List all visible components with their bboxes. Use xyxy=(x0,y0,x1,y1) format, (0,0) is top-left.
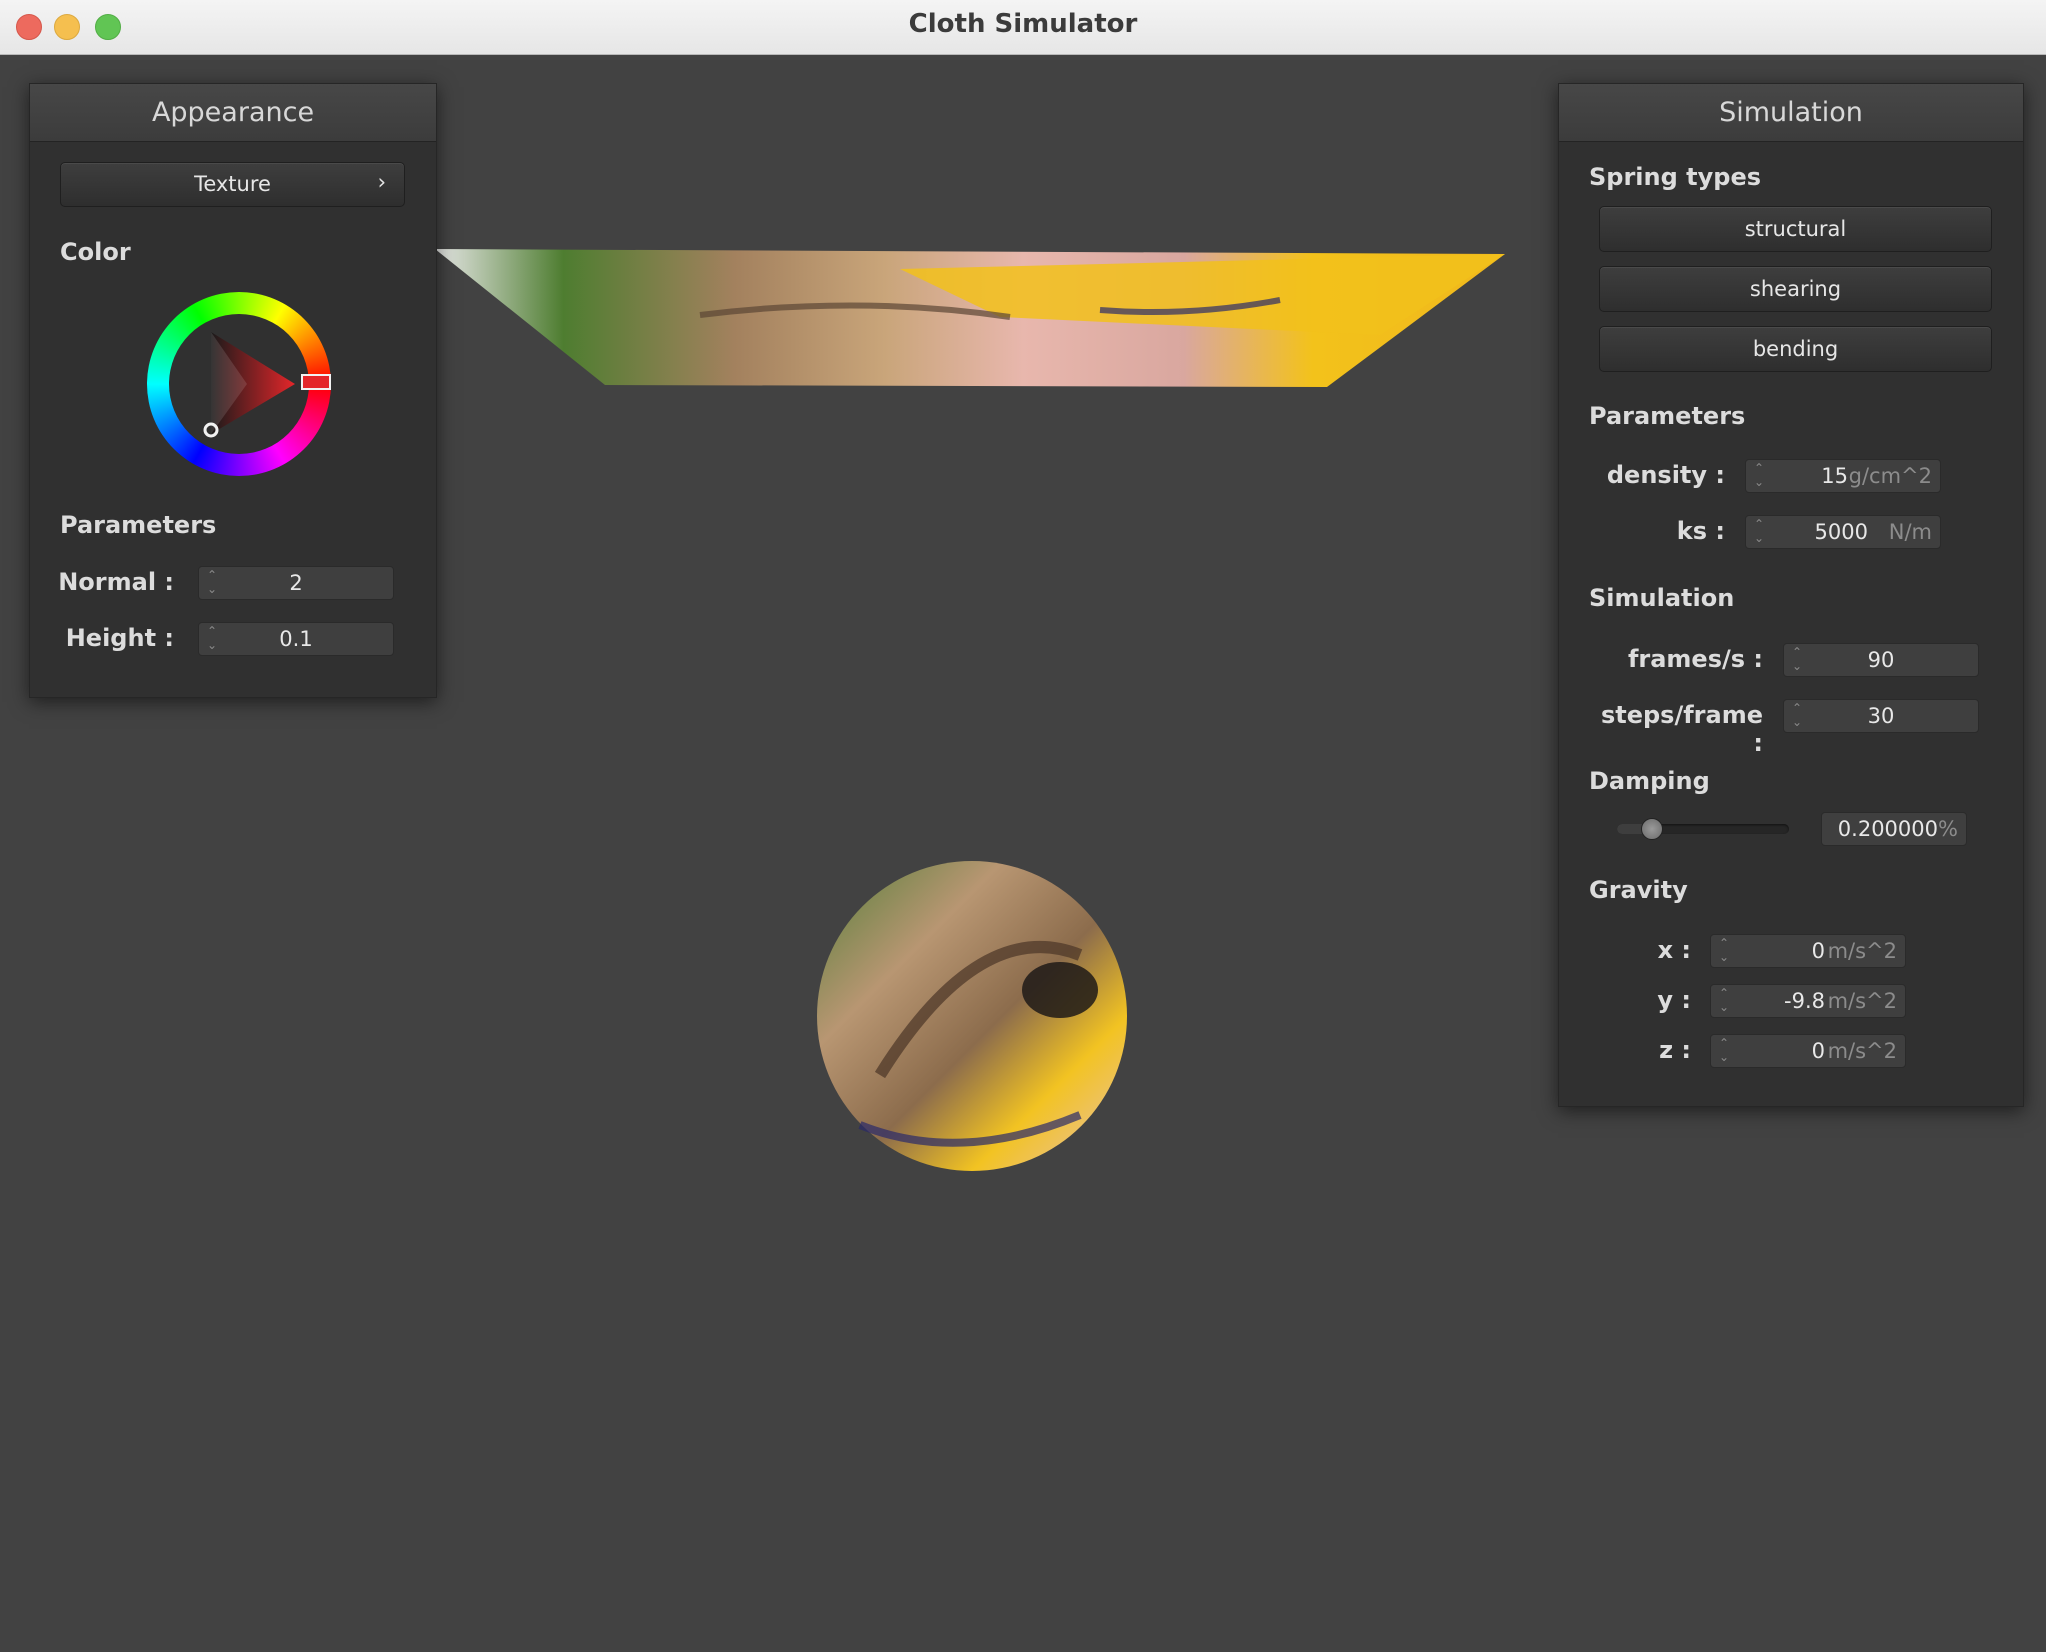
ks-unit: N/m xyxy=(1888,520,1932,544)
gravity-z-unit: m/s^2 xyxy=(1827,1039,1897,1063)
stepper-icon[interactable]: ⌃ ⌄ xyxy=(1752,462,1766,490)
damping-input[interactable]: 0.200000 % xyxy=(1821,812,1967,846)
height-label: Height : xyxy=(65,624,174,652)
normal-label: Normal : xyxy=(58,568,174,596)
gravity-x-label: x : xyxy=(1657,936,1691,964)
chevron-right-icon: › xyxy=(377,170,386,194)
title-bar: Cloth Simulator xyxy=(0,0,2046,55)
ks-label: ks : xyxy=(1676,517,1725,545)
fps-input[interactable]: ⌃ ⌄ 90 xyxy=(1783,643,1979,677)
appearance-panel: Appearance Texture › Color Parameters No… xyxy=(29,83,437,698)
gravity-y-unit: m/s^2 xyxy=(1827,989,1897,1013)
density-unit: g/cm^2 xyxy=(1848,464,1932,488)
steps-value: 30 xyxy=(1867,704,1895,728)
gravity-x-unit: m/s^2 xyxy=(1827,939,1897,963)
texture-button-label: Texture xyxy=(194,172,271,196)
density-value: 15 xyxy=(1821,464,1848,488)
stepper-icon[interactable]: ⌃ ⌄ xyxy=(1717,937,1731,965)
spring-types-title: Spring types xyxy=(1589,163,1762,191)
color-triangle[interactable] xyxy=(147,292,331,476)
bending-button[interactable]: bending xyxy=(1599,326,1992,372)
appearance-panel-title[interactable]: Appearance xyxy=(30,84,436,142)
window-title: Cloth Simulator xyxy=(908,9,1138,39)
gravity-y-value: -9.8 xyxy=(1784,989,1825,1013)
gravity-y-input[interactable]: ⌃ ⌄ -9.8 m/s^2 xyxy=(1710,984,1906,1018)
gravity-z-input[interactable]: ⌃ ⌄ 0 m/s^2 xyxy=(1710,1034,1906,1068)
gravity-z-value: 0 xyxy=(1811,1039,1825,1063)
color-wheel[interactable] xyxy=(147,292,331,476)
ks-input[interactable]: ⌃ ⌄ 5000 N/m xyxy=(1745,515,1941,549)
stepper-icon[interactable]: ⌃ ⌄ xyxy=(1752,518,1766,546)
color-section-title: Color xyxy=(60,238,131,266)
normal-value: 2 xyxy=(289,571,303,595)
ks-value: 5000 xyxy=(1814,520,1868,544)
structural-button[interactable]: structural xyxy=(1599,206,1992,252)
gravity-x-input[interactable]: ⌃ ⌄ 0 m/s^2 xyxy=(1710,934,1906,968)
steps-label: steps/frame : xyxy=(1600,701,1763,757)
appearance-parameters-title: Parameters xyxy=(60,511,217,539)
steps-input[interactable]: ⌃ ⌄ 30 xyxy=(1783,699,1979,733)
simulation-panel: Simulation Spring types structural shear… xyxy=(1558,83,2024,1107)
height-input[interactable]: ⌃ ⌄ 0.1 xyxy=(198,622,394,656)
normal-input[interactable]: ⌃ ⌄ 2 xyxy=(198,566,394,600)
simulation-section-title: Simulation xyxy=(1589,584,1735,612)
fps-label: frames/s : xyxy=(1627,645,1763,673)
damping-value: 0.200000 xyxy=(1837,817,1938,841)
gravity-title: Gravity xyxy=(1589,876,1688,904)
density-input[interactable]: ⌃ ⌄ 15 g/cm^2 xyxy=(1745,459,1941,493)
shearing-button[interactable]: shearing xyxy=(1599,266,1992,312)
damping-title: Damping xyxy=(1589,767,1710,795)
height-value: 0.1 xyxy=(279,627,313,651)
damping-slider-knob[interactable] xyxy=(1641,818,1664,840)
density-label: density : xyxy=(1606,461,1725,489)
gravity-z-label: z : xyxy=(1659,1036,1691,1064)
gravity-x-value: 0 xyxy=(1811,939,1825,963)
render-viewport[interactable]: Appearance Texture › Color Parameters No… xyxy=(0,55,2046,1652)
simulation-parameters-title: Parameters xyxy=(1589,402,1746,430)
texture-button[interactable]: Texture › xyxy=(60,162,405,207)
gravity-y-label: y : xyxy=(1657,986,1691,1014)
stepper-icon[interactable]: ⌃ ⌄ xyxy=(1717,1037,1731,1065)
damping-slider-track[interactable] xyxy=(1617,818,1789,840)
simulation-panel-title[interactable]: Simulation xyxy=(1559,84,2023,142)
damping-unit: % xyxy=(1938,817,1958,841)
stepper-icon[interactable]: ⌃ ⌄ xyxy=(1717,987,1731,1015)
fps-value: 90 xyxy=(1867,648,1895,672)
